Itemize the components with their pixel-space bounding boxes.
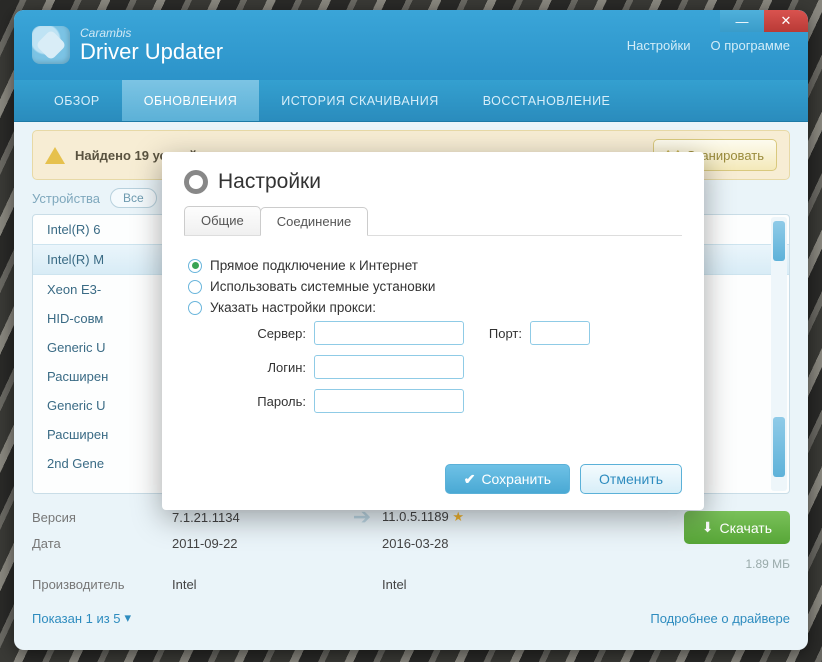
proxy-grid: Сервер: Порт: Логин: Пароль: xyxy=(216,321,678,413)
password-label: Пароль: xyxy=(216,394,306,409)
radio-system[interactable]: Использовать системные установки xyxy=(188,279,678,294)
modal-actions: ✔ Сохранить Отменить xyxy=(445,464,682,494)
check-icon: ✔ xyxy=(464,471,476,488)
login-input[interactable] xyxy=(314,355,464,379)
login-label: Логин: xyxy=(216,360,306,375)
port-label: Порт: xyxy=(472,326,522,341)
modal-subtabs: Общие Соединение xyxy=(184,206,682,236)
radio-direct[interactable]: Прямое подключение к Интернет xyxy=(188,258,678,273)
subtab-connection[interactable]: Соединение xyxy=(260,207,369,236)
modal-overlay: Настройки Общие Соединение Прямое подклю… xyxy=(14,10,808,650)
radio-icon xyxy=(188,280,202,294)
radio-icon xyxy=(188,259,202,273)
modal-title: Настройки xyxy=(218,170,321,194)
radio-label: Указать настройки прокси: xyxy=(210,300,376,315)
save-button[interactable]: ✔ Сохранить xyxy=(445,464,570,494)
save-label: Сохранить xyxy=(481,471,551,487)
password-input[interactable] xyxy=(314,389,464,413)
radio-proxy[interactable]: Указать настройки прокси: xyxy=(188,300,678,315)
app-window: — ✕ Carambis Driver Updater Настройки О … xyxy=(14,10,808,650)
subtab-general[interactable]: Общие xyxy=(184,206,261,235)
connection-options: Прямое подключение к Интернет Использова… xyxy=(184,250,682,427)
gear-icon xyxy=(184,170,208,194)
cancel-label: Отменить xyxy=(599,471,663,487)
server-input[interactable] xyxy=(314,321,464,345)
settings-modal: Настройки Общие Соединение Прямое подклю… xyxy=(162,152,704,510)
radio-label: Использовать системные установки xyxy=(210,279,435,294)
server-label: Сервер: xyxy=(216,326,306,341)
cancel-button[interactable]: Отменить xyxy=(580,464,682,494)
port-input[interactable] xyxy=(530,321,590,345)
radio-icon xyxy=(188,301,202,315)
modal-header: Настройки xyxy=(184,170,682,194)
radio-label: Прямое подключение к Интернет xyxy=(210,258,418,273)
